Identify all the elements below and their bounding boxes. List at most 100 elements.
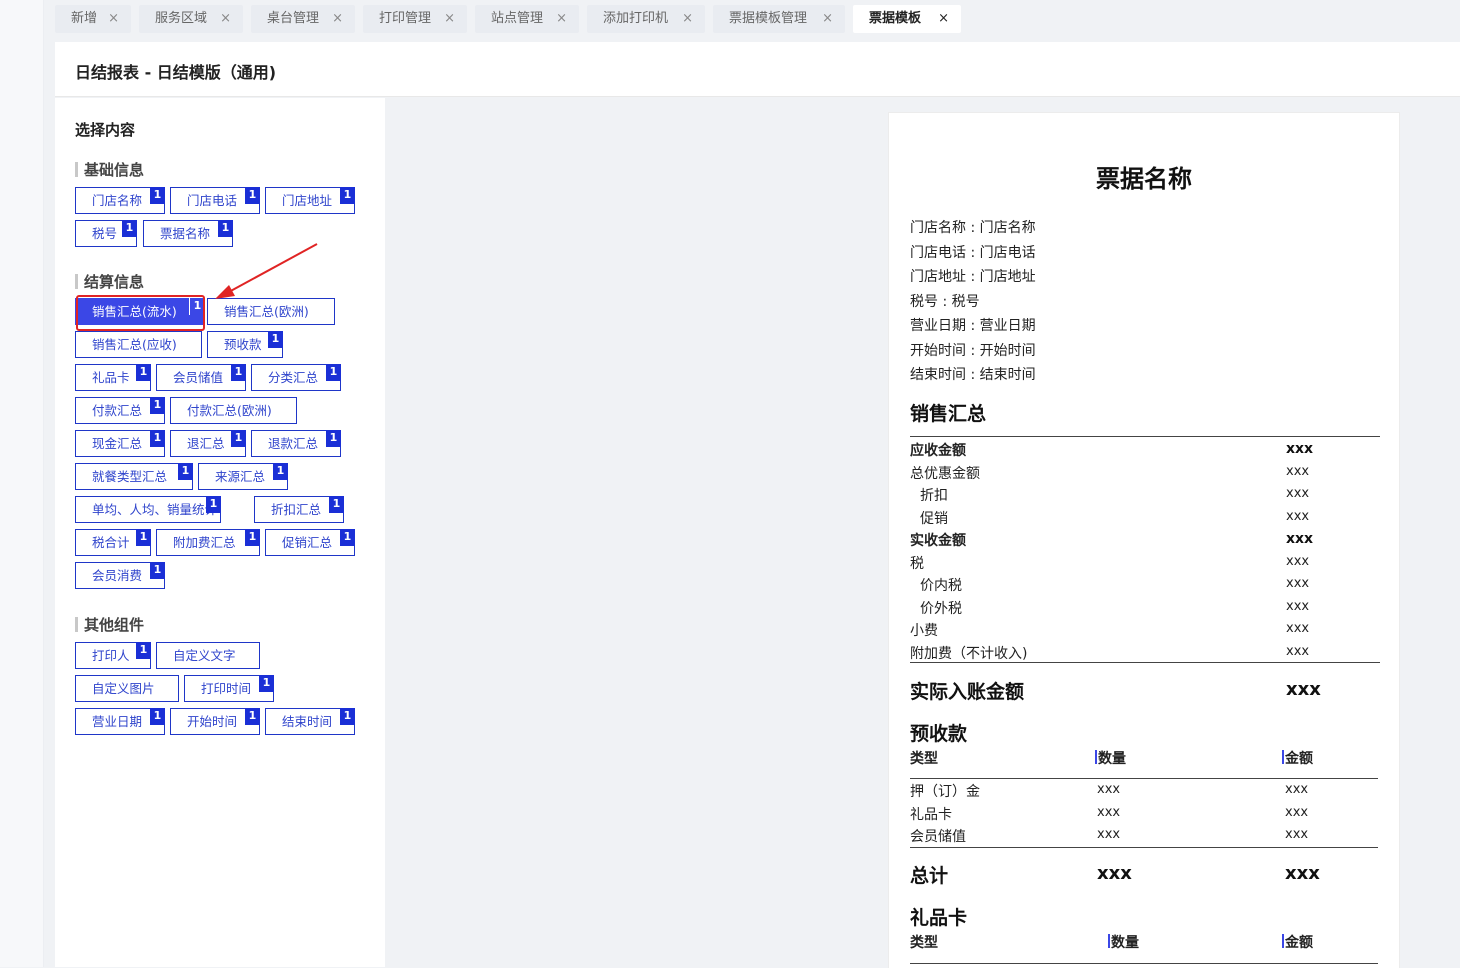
panel-title: 选择内容 — [75, 121, 136, 139]
chip-21[interactable]: 折扣汇总 1 — [254, 496, 344, 523]
count-badge: 1 — [150, 397, 165, 414]
info-line: 门店名称 : 门店名称 — [910, 220, 1036, 236]
chip-4[interactable]: 税号 1 — [75, 220, 137, 247]
chip-15[interactable]: 现金汇总 1 — [75, 430, 165, 457]
chip-9[interactable]: 预收款 1 — [207, 331, 283, 358]
chip-32[interactable]: 结束时间 1 — [265, 708, 355, 735]
chip-16[interactable]: 退汇总 1 — [170, 430, 246, 457]
sales-row-value: xxx — [1286, 553, 1310, 569]
chip-label: 自定义图片 — [92, 681, 155, 696]
chip-label: 开始时间 — [187, 714, 238, 729]
count-badge: 1 — [340, 529, 355, 546]
count-badge: 1 — [206, 496, 221, 513]
sales-row-value: xxx — [1286, 486, 1310, 501]
chip-label: 票据名称 — [160, 226, 211, 241]
chip-18[interactable]: 就餐类型汇总 1 — [75, 463, 193, 490]
tab-label: 新增 — [71, 11, 98, 26]
info-line: 门店电话 : 门店电话 — [910, 244, 1036, 261]
tab-service-area[interactable]: 服务区域 × — [139, 5, 243, 33]
chip-8[interactable]: 销售汇总(应收) — [75, 331, 202, 358]
chip-label: 现金汇总 — [92, 436, 143, 451]
chip-label: 退款汇总 — [268, 436, 319, 451]
col-header-type: 类型 — [910, 935, 938, 951]
divider — [910, 436, 1380, 437]
prepaid-title: 预收款 — [910, 723, 968, 745]
count-badge: 1 — [245, 529, 260, 546]
chip-24[interactable]: 促销汇总 1 — [265, 529, 355, 556]
close-icon[interactable]: × — [332, 5, 343, 33]
chip-26[interactable]: 打印人 1 — [75, 642, 151, 669]
count-badge: 1 — [150, 708, 165, 725]
chip-17[interactable]: 退款汇总 1 — [251, 430, 341, 457]
divider — [910, 847, 1378, 848]
close-icon[interactable]: × — [682, 5, 693, 33]
section-title-basic: 基础信息 — [75, 159, 144, 180]
prepaid-qty: xxx — [1097, 782, 1121, 797]
chip-label: 促销汇总 — [282, 535, 333, 550]
chip-2[interactable]: 门店电话 1 — [170, 187, 260, 214]
tab-table-management[interactable]: 桌台管理 × — [251, 5, 355, 33]
chip-label: 附加费汇总 — [173, 535, 236, 550]
receipt-title: 票据名称 — [1096, 165, 1192, 193]
chip-label: 打印时间 — [201, 681, 252, 696]
chip-10[interactable]: 礼品卡 1 — [75, 364, 151, 391]
chip-1[interactable]: 门店名称 1 — [75, 187, 165, 214]
prepaid-type: 礼品卡 — [910, 806, 952, 823]
count-badge: 1 — [340, 187, 355, 204]
close-icon[interactable]: × — [938, 5, 949, 33]
tab-site-management[interactable]: 站点管理 × — [475, 5, 579, 33]
sales-summary-title: 销售汇总 — [910, 403, 987, 425]
tab-ticket-template[interactable]: 票据模板 × — [853, 5, 961, 33]
sales-row-value: xxx — [1286, 598, 1310, 614]
annotation-highlight-box — [76, 295, 205, 331]
chip-label: 税号 — [92, 226, 118, 241]
chip-20[interactable]: 单均、人均、销量统计 1 — [75, 496, 221, 523]
close-icon[interactable]: × — [220, 5, 231, 33]
chip-label: 折扣汇总 — [271, 502, 322, 517]
chip-3[interactable]: 门店地址 1 — [265, 187, 355, 214]
chip-30[interactable]: 营业日期 1 — [75, 708, 165, 735]
tab-label: 桌台管理 — [267, 11, 320, 26]
sales-row-label: 应收金额 — [910, 443, 966, 459]
chip-label: 付款汇总 — [92, 403, 143, 418]
chip-label: 退汇总 — [187, 436, 225, 451]
tab-add-printer[interactable]: 添加打印机 × — [587, 5, 705, 33]
col-header-type: 类型 — [910, 751, 938, 767]
close-icon[interactable]: × — [108, 5, 119, 33]
tab-template-management[interactable]: 票据模板管理 × — [713, 5, 845, 33]
chip-label: 打印人 — [92, 648, 130, 663]
chip-13[interactable]: 付款汇总 1 — [75, 397, 165, 424]
chip-label: 会员消费 — [92, 568, 143, 583]
chip-23[interactable]: 附加费汇总 1 — [156, 529, 260, 556]
chip-29[interactable]: 打印时间 1 — [184, 675, 274, 702]
close-icon[interactable]: × — [556, 5, 567, 33]
col-header-amount: 金额 — [1282, 932, 1313, 952]
chip-12[interactable]: 分类汇总 1 — [251, 364, 341, 391]
sales-row-label: 小费 — [910, 623, 938, 639]
chip-label: 营业日期 — [92, 714, 143, 729]
chip-22[interactable]: 税合计 1 — [75, 529, 151, 556]
tab-print-management[interactable]: 打印管理 × — [363, 5, 467, 33]
count-badge: 1 — [150, 430, 165, 447]
close-icon[interactable]: × — [444, 5, 455, 33]
chip-label: 销售汇总(应收) — [92, 337, 177, 352]
col-header-amount: 金额 — [1282, 748, 1313, 768]
chip-31[interactable]: 开始时间 1 — [170, 708, 260, 735]
section-title-other: 其他组件 — [75, 614, 144, 635]
sales-row-label: 实收金额 — [910, 533, 966, 549]
chip-25[interactable]: 会员消费 1 — [75, 562, 165, 589]
count-badge: 1 — [231, 364, 246, 381]
count-badge: 1 — [218, 220, 233, 237]
chip-14[interactable]: 付款汇总(欧洲) — [170, 397, 297, 424]
tab-new[interactable]: 新增 × — [55, 5, 131, 33]
chip-28[interactable]: 自定义图片 — [75, 675, 179, 702]
chip-27[interactable]: 自定义文字 — [156, 642, 260, 669]
prepaid-type: 押（订）金 — [910, 784, 980, 800]
chip-11[interactable]: 会员储值 1 — [156, 364, 246, 391]
chip-19[interactable]: 来源汇总 1 — [198, 463, 288, 490]
close-icon[interactable]: × — [822, 5, 833, 33]
left-nav-strip — [0, 0, 44, 967]
count-badge: 1 — [326, 364, 341, 381]
prepaid-total-amount: xxx — [1285, 863, 1320, 884]
count-badge: 1 — [150, 562, 165, 579]
